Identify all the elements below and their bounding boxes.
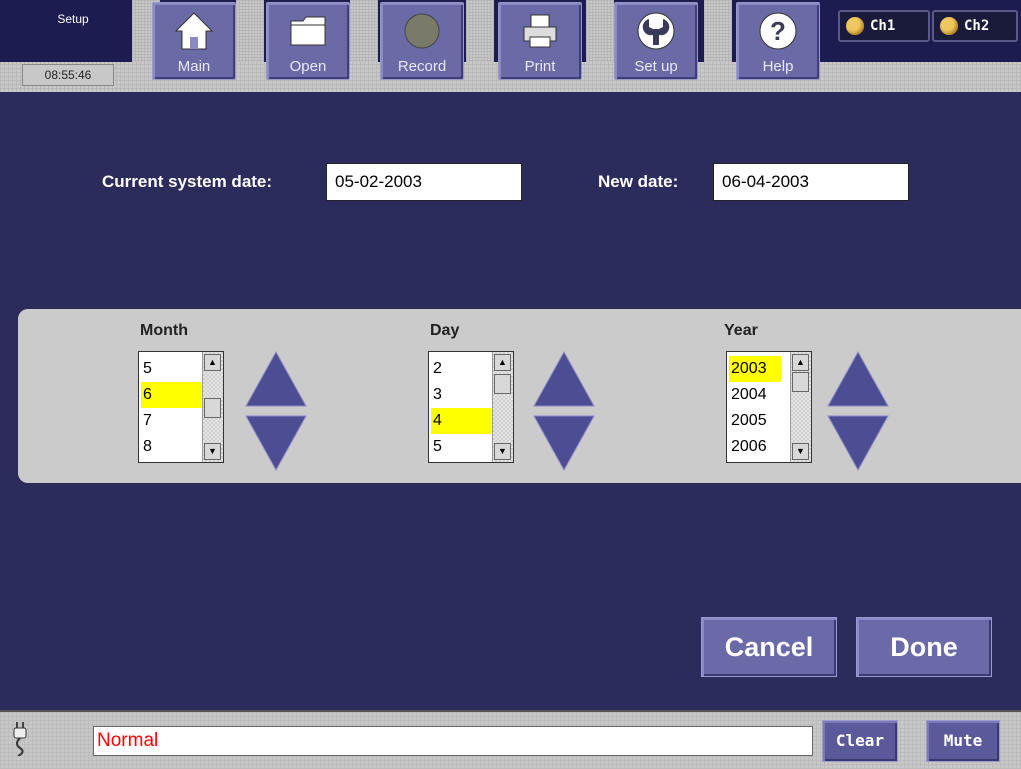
channel-indicator-icon	[846, 17, 864, 35]
new-date-label: New date:	[598, 172, 679, 191]
main-button[interactable]: Main	[152, 2, 236, 80]
toolbar-separator	[236, 0, 264, 62]
open-button-label: Open	[289, 58, 327, 75]
scroll-up-icon[interactable]: ▲	[204, 354, 221, 371]
year-listbox[interactable]: 2003 2004 2005 2006 ▲ ▼	[726, 351, 812, 463]
channel-1-button[interactable]: Ch1	[838, 10, 930, 42]
mode-label: Setup	[57, 12, 89, 26]
help-button[interactable]: ? Help	[736, 2, 820, 80]
scroll-down-icon[interactable]: ▼	[204, 443, 221, 460]
list-item[interactable]: 8	[141, 434, 201, 460]
help-icon: ?	[759, 12, 797, 50]
list-item[interactable]: 2005	[729, 408, 781, 434]
home-icon	[174, 12, 214, 50]
day-decrement-button[interactable]	[532, 412, 596, 472]
power-plug-icon	[13, 722, 27, 756]
month-label: Month	[140, 322, 188, 339]
list-item[interactable]: 2	[431, 356, 491, 382]
current-date-label: Current system date:	[102, 172, 273, 191]
list-item[interactable]: 2004	[729, 382, 781, 408]
channel-2-button[interactable]: Ch2	[932, 10, 1018, 42]
list-item[interactable]: 5	[431, 434, 491, 460]
mute-button[interactable]: Mute	[926, 720, 1000, 762]
scroll-down-icon[interactable]: ▼	[494, 443, 511, 460]
year-increment-button[interactable]	[826, 350, 890, 410]
list-item[interactable]: 3	[431, 382, 491, 408]
list-item-selected[interactable]: 2003	[729, 356, 781, 382]
mode-panel: Setup 08:55:46	[8, 2, 132, 90]
list-item[interactable]: 2006	[729, 434, 781, 460]
month-listbox[interactable]: 5 6 7 8 ▲ ▼	[138, 351, 224, 463]
help-button-label: Help	[762, 58, 794, 75]
scroll-thumb[interactable]	[494, 374, 511, 394]
month-decrement-button[interactable]	[244, 412, 308, 472]
setup-button[interactable]: Set up	[614, 2, 698, 80]
year-scrollbar[interactable]: ▲ ▼	[790, 352, 811, 462]
cancel-button[interactable]: Cancel	[701, 617, 837, 677]
record-icon	[404, 13, 440, 49]
scroll-thumb[interactable]	[204, 398, 221, 418]
channel-indicator-icon	[940, 17, 958, 35]
list-item[interactable]: 5	[141, 356, 201, 382]
clear-button[interactable]: Clear	[822, 720, 898, 762]
print-button[interactable]: Print	[498, 2, 582, 80]
main-button-label: Main	[177, 58, 211, 75]
toolbar-separator	[586, 0, 614, 62]
svg-text:?: ?	[770, 16, 786, 46]
record-button[interactable]: Record	[380, 2, 464, 80]
channel-1-label: Ch1	[870, 18, 896, 34]
day-scrollbar[interactable]: ▲ ▼	[492, 352, 513, 462]
list-item-selected[interactable]: 4	[431, 408, 491, 434]
toolbar-separator	[350, 0, 378, 62]
new-date-field[interactable]: 06-04-2003	[713, 163, 909, 201]
channel-2-label: Ch2	[964, 18, 990, 34]
status-bar: Normal Clear Mute	[0, 710, 1021, 769]
list-item-selected[interactable]: 6	[141, 382, 201, 408]
list-item[interactable]: 7	[141, 408, 201, 434]
scroll-down-icon[interactable]: ▼	[792, 443, 809, 460]
day-increment-button[interactable]	[532, 350, 596, 410]
print-button-label: Print	[524, 58, 556, 75]
month-scrollbar[interactable]: ▲ ▼	[202, 352, 223, 462]
record-button-label: Record	[397, 58, 447, 75]
toolbar-separator	[466, 0, 494, 62]
scroll-up-icon[interactable]: ▲	[494, 354, 511, 371]
wrench-icon	[637, 12, 675, 50]
done-button[interactable]: Done	[856, 617, 992, 677]
current-date-field: 05-02-2003	[326, 163, 522, 201]
app-window: Setup 08:55:46 Main Open Record Print Se…	[0, 0, 1021, 769]
day-label: Day	[430, 322, 460, 339]
month-increment-button[interactable]	[244, 350, 308, 410]
toolbar-separator	[704, 0, 732, 62]
setup-button-label: Set up	[634, 58, 678, 75]
printer-icon	[523, 14, 557, 48]
scroll-up-icon[interactable]: ▲	[792, 354, 809, 371]
open-button[interactable]: Open	[266, 2, 350, 80]
clock: 08:55:46	[22, 64, 114, 86]
folder-icon	[290, 16, 326, 46]
scroll-thumb[interactable]	[792, 372, 809, 392]
year-label: Year	[724, 322, 758, 339]
day-listbox[interactable]: 2 3 4 5 ▲ ▼	[428, 351, 514, 463]
year-decrement-button[interactable]	[826, 412, 890, 472]
status-message: Normal	[93, 726, 813, 756]
